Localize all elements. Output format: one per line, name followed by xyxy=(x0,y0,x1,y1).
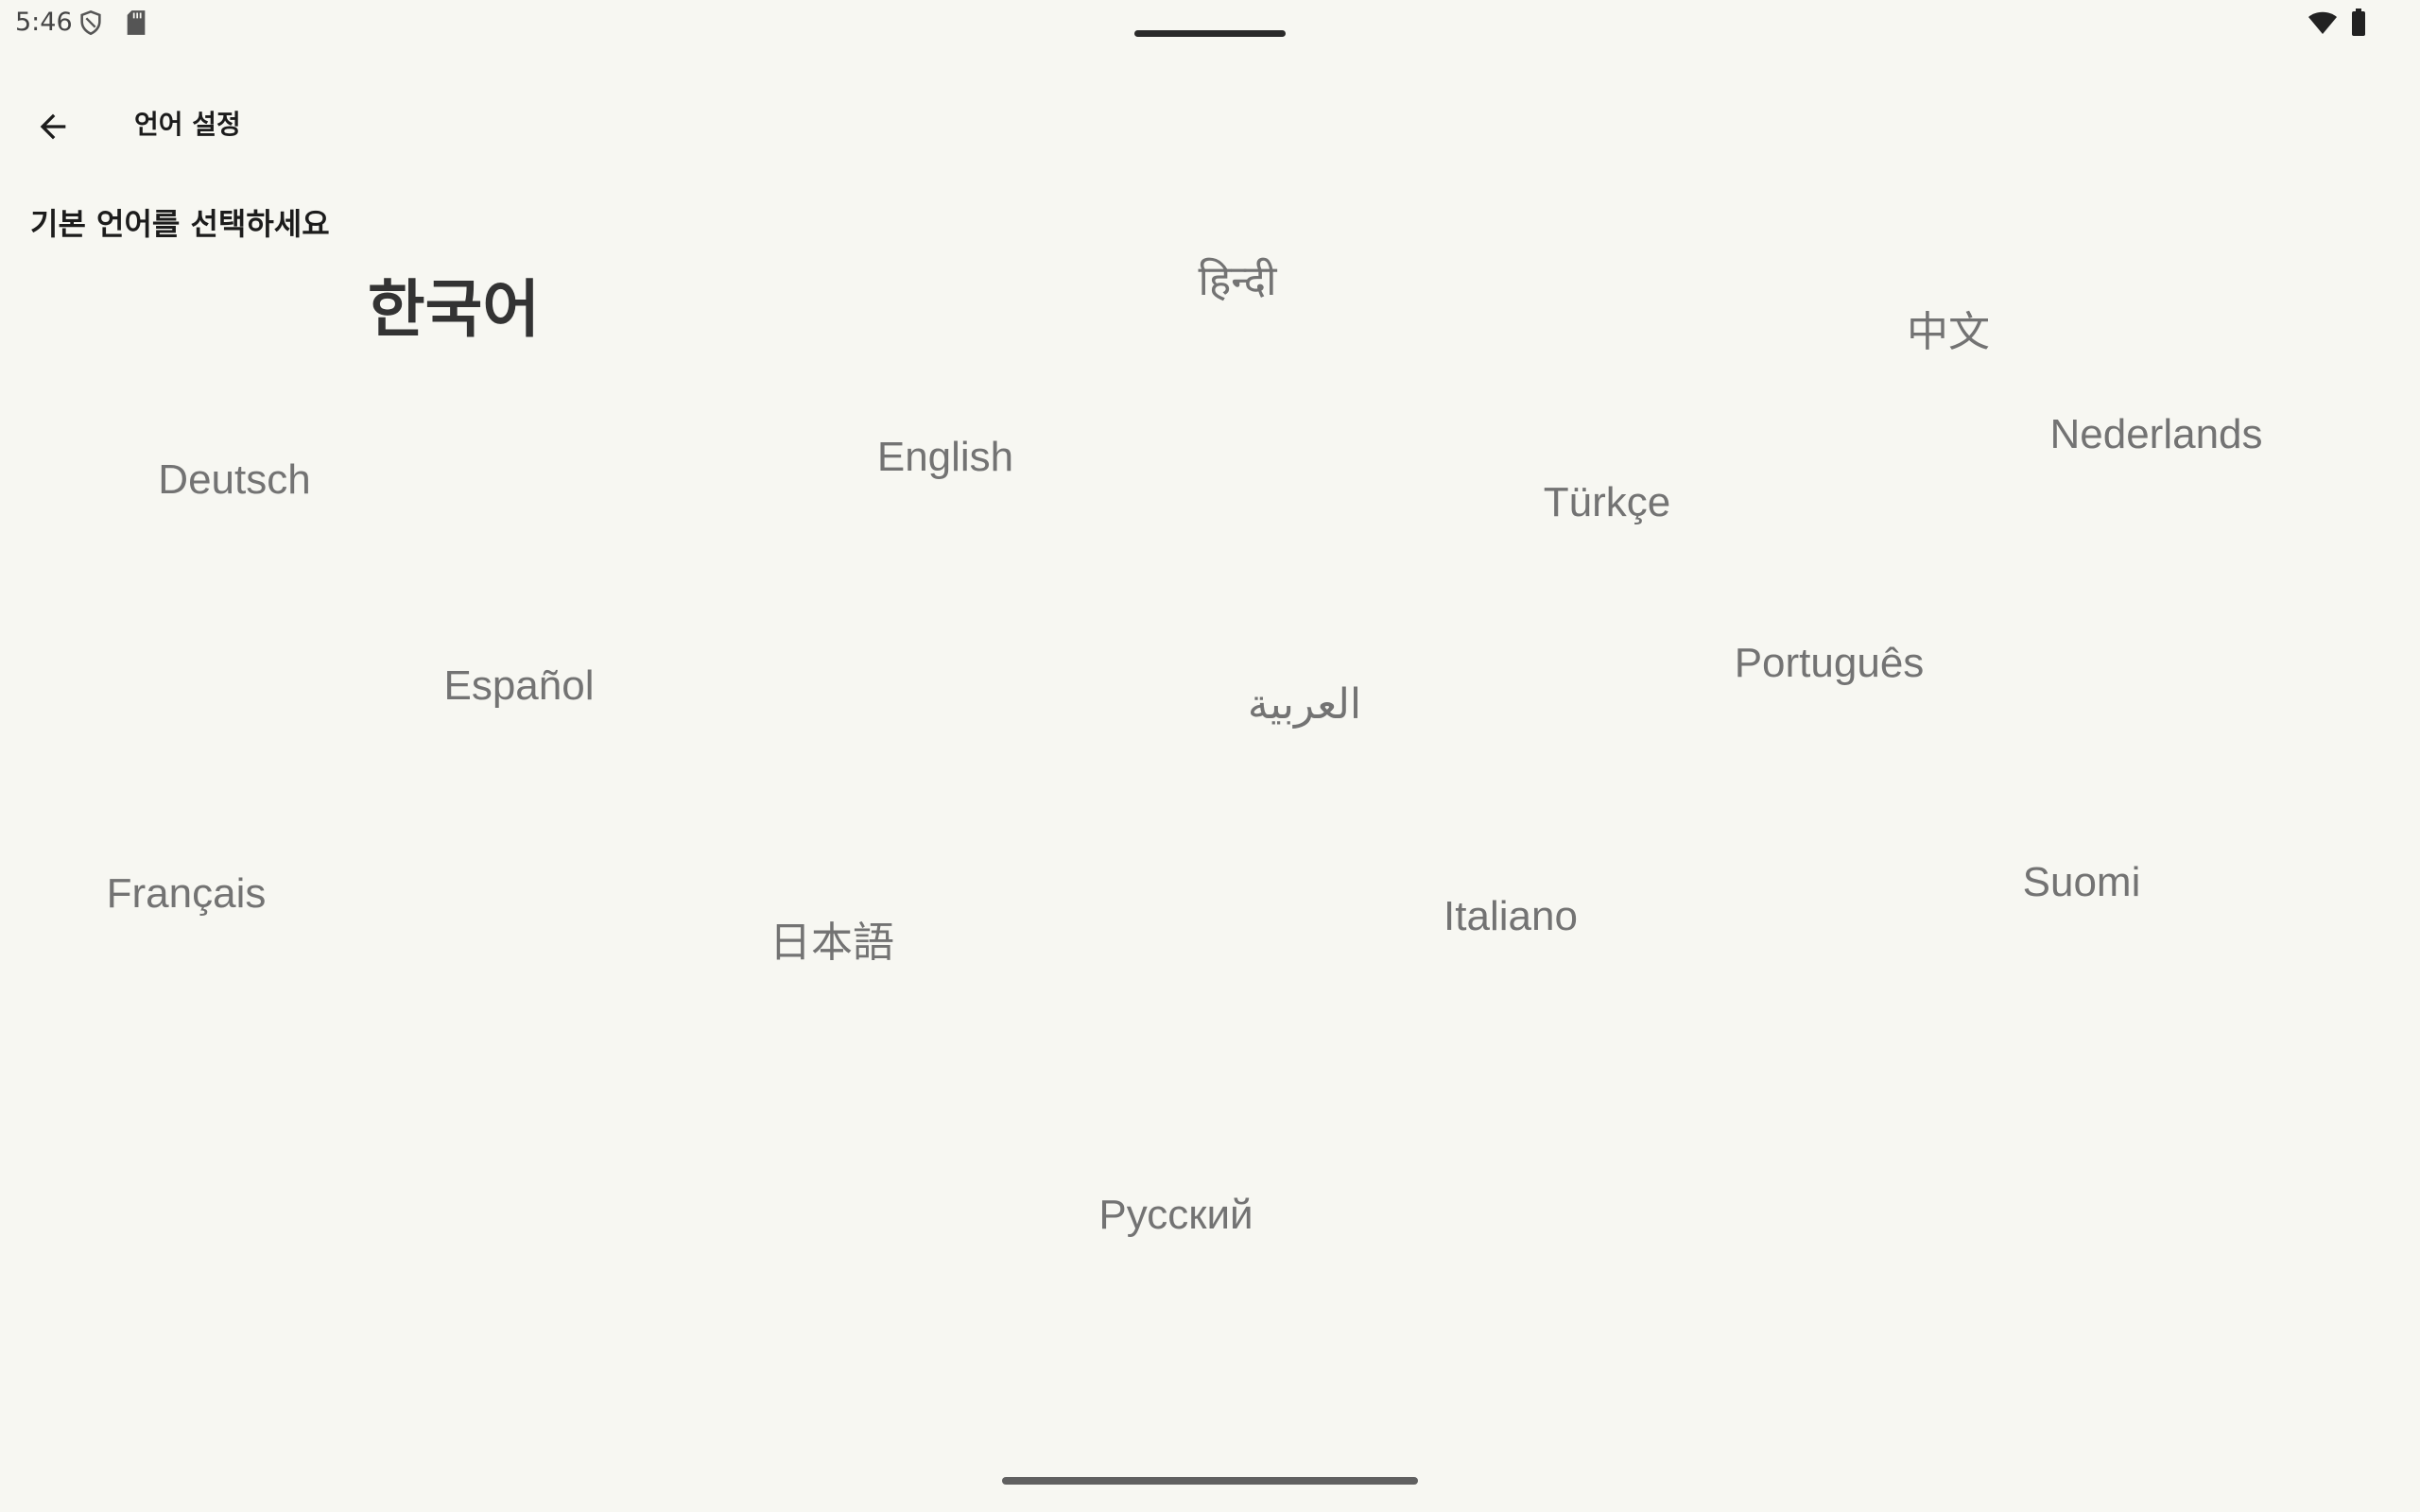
language-option-hi[interactable]: हिन्दी xyxy=(1198,261,1276,302)
language-cloud: 한국어 हिन्दी 中文 Nederlands Deutsch English… xyxy=(0,0,2420,1512)
language-option-en[interactable]: English xyxy=(877,437,1013,478)
language-option-zh[interactable]: 中文 xyxy=(1907,312,1990,353)
language-option-pt[interactable]: Português xyxy=(1735,643,1925,684)
language-option-ru[interactable]: Русский xyxy=(1098,1194,1253,1236)
language-option-nl[interactable]: Nederlands xyxy=(2049,414,2262,455)
language-option-it[interactable]: Italiano xyxy=(1443,896,1578,937)
language-option-ko[interactable]: 한국어 xyxy=(368,279,540,341)
language-option-ja[interactable]: 日本語 xyxy=(769,922,894,964)
language-option-ar[interactable]: العربية xyxy=(1248,684,1361,726)
home-indicator[interactable] xyxy=(1002,1477,1418,1485)
language-option-de[interactable]: Deutsch xyxy=(158,459,310,501)
language-option-es[interactable]: Español xyxy=(443,665,594,707)
language-option-tr[interactable]: Türkçe xyxy=(1544,482,1670,524)
language-option-fi[interactable]: Suomi xyxy=(2023,862,2141,903)
language-option-fr[interactable]: Français xyxy=(107,873,267,915)
